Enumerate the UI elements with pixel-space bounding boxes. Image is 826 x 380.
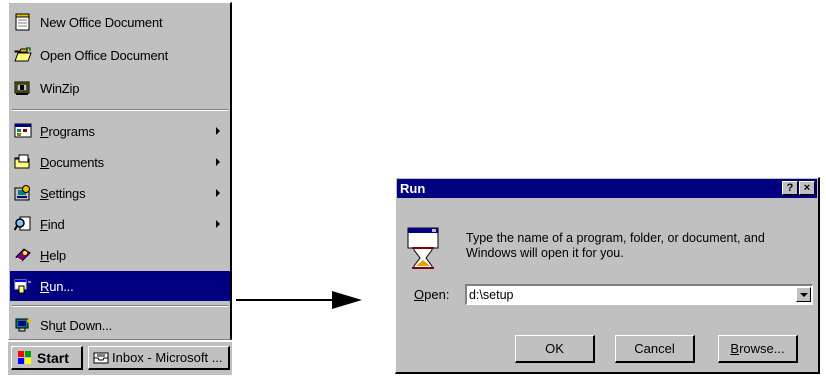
menu-item-new-office-document[interactable]: New Office Document bbox=[10, 7, 230, 37]
run-dialog: Run ? × Type the name of a program, fold… bbox=[395, 177, 820, 374]
menu-item-label: New Office Document bbox=[40, 14, 163, 30]
taskbar: Start Inbox - Microsoft ... bbox=[8, 341, 232, 375]
menu-item-label: Find bbox=[40, 216, 65, 232]
menu-item-programs[interactable]: Programs bbox=[10, 116, 230, 146]
help-button[interactable]: ? bbox=[782, 181, 798, 195]
run-icon bbox=[14, 277, 32, 295]
open-input[interactable] bbox=[469, 287, 779, 303]
ok-button[interactable]: OK bbox=[515, 335, 595, 363]
cancel-button[interactable]: Cancel bbox=[615, 335, 695, 363]
run-dialog-titlebar[interactable]: Run ? × bbox=[397, 179, 817, 198]
menu-item-label: Documents bbox=[40, 154, 104, 170]
menu-item-label: Programs bbox=[40, 123, 95, 139]
start-label: Start bbox=[37, 349, 69, 366]
menu-item-find[interactable]: Find bbox=[10, 209, 230, 239]
shutdown-icon bbox=[14, 316, 32, 334]
open-folder-icon bbox=[14, 46, 32, 64]
open-combobox[interactable] bbox=[465, 284, 813, 305]
menu-separator bbox=[12, 109, 228, 111]
programs-icon bbox=[14, 122, 32, 140]
menu-item-label: Shut Down... bbox=[40, 317, 113, 333]
run-dialog-title: Run bbox=[400, 181, 426, 196]
menu-item-label: Help bbox=[40, 247, 66, 263]
close-button[interactable]: × bbox=[799, 181, 815, 195]
submenu-arrow-icon bbox=[216, 127, 220, 135]
winzip-icon bbox=[14, 79, 32, 97]
menu-item-label: Open Office Document bbox=[40, 47, 168, 63]
dropdown-button[interactable] bbox=[796, 287, 811, 302]
chevron-down-icon bbox=[799, 292, 808, 297]
menu-item-settings[interactable]: Settings bbox=[10, 178, 230, 208]
taskbar-inbox-button[interactable]: Inbox - Microsoft ... bbox=[88, 346, 230, 370]
inbox-icon bbox=[93, 351, 109, 365]
new-document-icon bbox=[14, 13, 32, 31]
taskbar-inbox-label: Inbox - Microsoft ... bbox=[112, 350, 223, 365]
run-description: Type the name of a program, folder, or d… bbox=[466, 231, 765, 260]
start-button[interactable]: Start bbox=[11, 346, 83, 370]
find-icon bbox=[14, 215, 32, 233]
menu-item-label: WinZip bbox=[40, 80, 80, 96]
menu-item-run[interactable]: Run... bbox=[10, 271, 230, 301]
help-icon bbox=[14, 246, 32, 264]
run-program-icon bbox=[407, 227, 439, 269]
menu-item-documents[interactable]: Documents bbox=[10, 147, 230, 177]
pointer-arrow-icon bbox=[236, 291, 362, 309]
menu-item-winzip[interactable]: WinZip bbox=[10, 73, 230, 103]
submenu-arrow-icon bbox=[216, 158, 220, 166]
documents-icon bbox=[14, 153, 32, 171]
start-menu: New Office Document Open Office Document… bbox=[8, 2, 232, 340]
submenu-arrow-icon bbox=[216, 189, 220, 197]
menu-separator bbox=[12, 305, 228, 307]
menu-item-label: Run... bbox=[40, 278, 74, 294]
menu-item-shut-down[interactable]: Shut Down... bbox=[10, 310, 230, 340]
submenu-arrow-icon bbox=[216, 220, 220, 228]
menu-item-help[interactable]: Help bbox=[10, 240, 230, 270]
browse-button[interactable]: Browse... bbox=[718, 335, 798, 363]
windows-logo-icon bbox=[16, 350, 33, 365]
menu-item-open-office-document[interactable]: Open Office Document bbox=[10, 40, 230, 70]
settings-icon bbox=[14, 184, 32, 202]
open-label: Open: bbox=[414, 287, 450, 302]
menu-item-label: Settings bbox=[40, 185, 86, 201]
